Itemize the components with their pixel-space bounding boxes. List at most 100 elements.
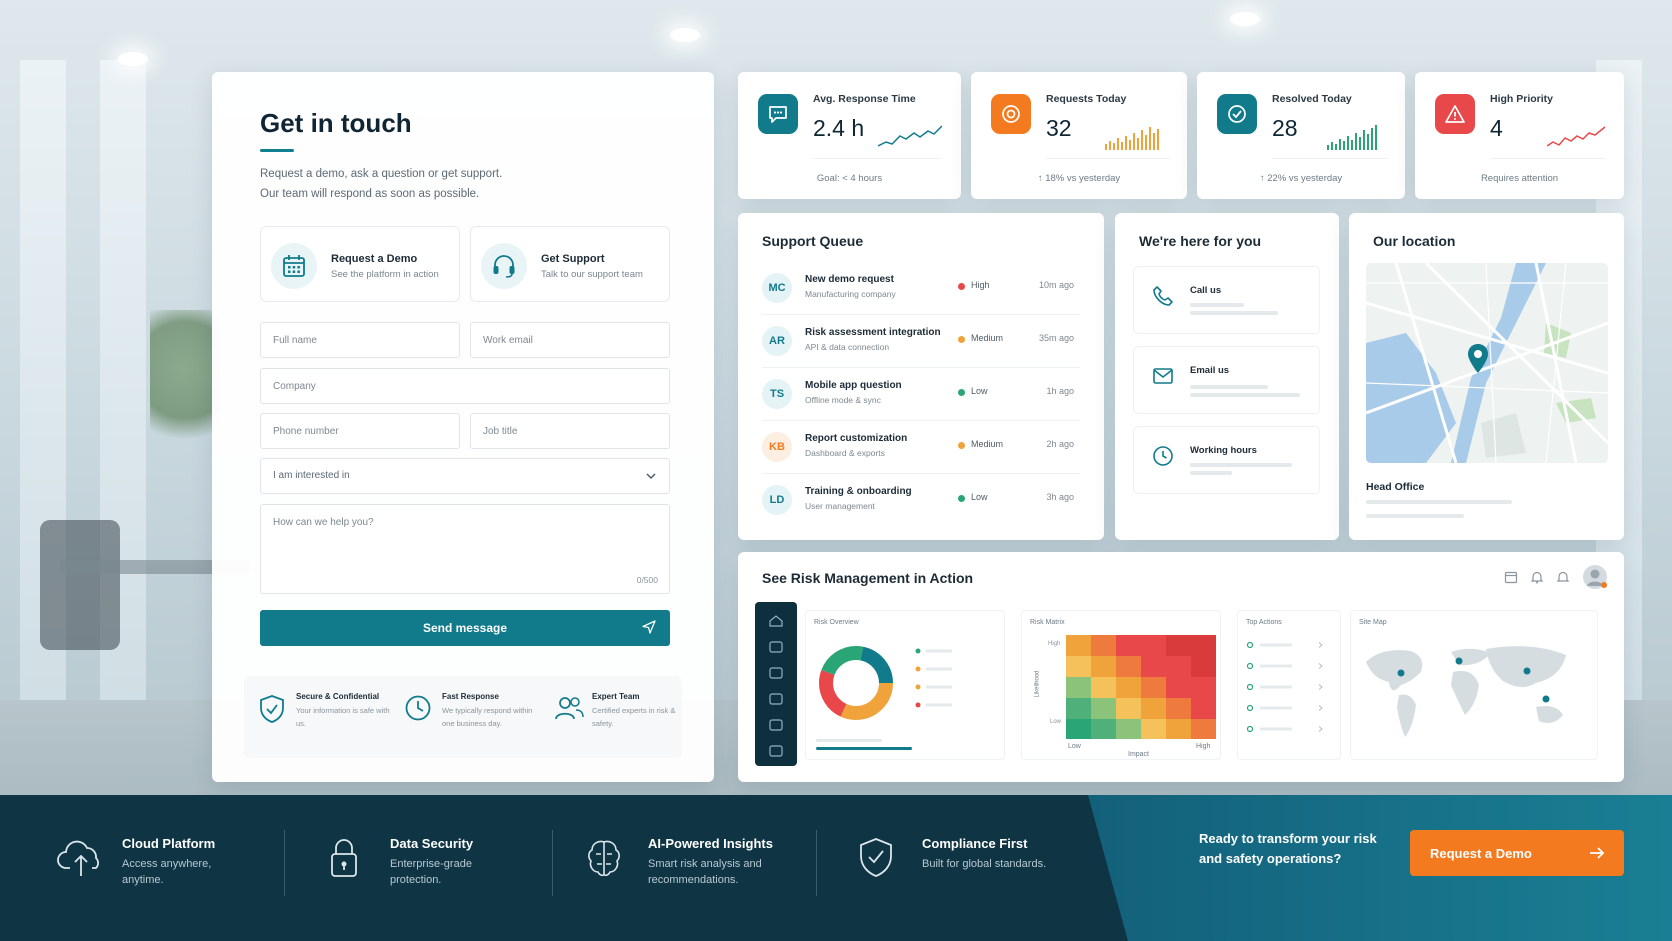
queue-row[interactable]: LD Training & onboarding User management…: [762, 475, 1080, 527]
option-title: Get Support: [541, 253, 605, 265]
email-us-item[interactable]: Email us: [1133, 346, 1320, 414]
trust-strip: Secure & Confidential Your information i…: [244, 676, 682, 758]
cta-text: Ready to transform your risk and safety …: [1199, 831, 1377, 866]
queue-row-time: 3h ago: [1046, 492, 1074, 502]
queue-row-sub: Manufacturing company: [805, 289, 896, 299]
office-name: Head Office: [1366, 481, 1425, 493]
panel-label: Site Map: [1359, 619, 1387, 626]
folder-icon[interactable]: [769, 641, 783, 653]
stat-card-resolved-today: Resolved Today 28 ↑ 22% vs yesterday: [1197, 72, 1405, 199]
clock-icon: [1152, 445, 1174, 472]
feature-title: AI-Powered Insights: [648, 836, 773, 851]
work-email-input[interactable]: [470, 322, 670, 358]
world-map: [1366, 646, 1566, 737]
bell-icon[interactable]: [1530, 570, 1544, 589]
location-map[interactable]: [1366, 263, 1608, 463]
stat-card-requests-today: Requests Today 32 ↑ 18% vs yesterday: [971, 72, 1187, 199]
arrow-right-icon: [1588, 844, 1606, 865]
home-icon[interactable]: [769, 615, 783, 627]
stat-foot: Goal: < 4 hours: [816, 173, 883, 184]
matrix-x-low: Low: [1068, 743, 1081, 750]
interest-select[interactable]: I am interested in: [260, 458, 670, 494]
phone-input[interactable]: [260, 413, 460, 449]
request-demo-button[interactable]: Request a Demo: [1410, 830, 1624, 876]
queue-row-time: 10m ago: [1038, 280, 1074, 290]
site-map-panel[interactable]: Site Map: [1350, 610, 1598, 760]
calendar-icon[interactable]: [1504, 570, 1518, 589]
working-hours-item[interactable]: Working hours: [1133, 426, 1320, 494]
job-title-input[interactable]: [470, 413, 670, 449]
target-icon: [991, 94, 1031, 134]
chart-icon[interactable]: [769, 667, 783, 679]
send-message-button[interactable]: Send message: [260, 610, 670, 646]
title-underline: [260, 149, 294, 152]
risk-matrix-panel[interactable]: Risk Matrix Likelihood High Low Low High…: [1021, 610, 1221, 760]
support-queue-card: Support Queue MC New demo request Manufa…: [738, 213, 1104, 540]
trust-title: Fast Response: [442, 692, 499, 701]
risk-demo-title: See Risk Management in Action: [762, 570, 974, 586]
stat-label: Resolved Today: [1272, 93, 1352, 105]
trust-title: Expert Team: [592, 692, 640, 701]
location-pin-icon: [1466, 343, 1490, 380]
priority-dot: [958, 336, 965, 343]
company-input[interactable]: [260, 368, 670, 404]
top-actions-panel[interactable]: Top Actions: [1237, 610, 1341, 760]
full-name-input[interactable]: [260, 322, 460, 358]
stat-label: High Priority: [1490, 93, 1554, 105]
message-textarea[interactable]: [260, 504, 670, 594]
priority-dot: [958, 283, 965, 290]
contact-label: Working hours: [1190, 445, 1257, 456]
actions-list: [1246, 641, 1323, 733]
option-title: Request a Demo: [331, 253, 418, 265]
contact-channels-card: We're here for you Call us Email us Work…: [1115, 213, 1339, 540]
matrix-y-low: Low: [1050, 719, 1062, 725]
report-icon[interactable]: [769, 693, 783, 705]
cloud-upload-icon: [56, 836, 106, 883]
location-title: Our location: [1373, 233, 1456, 249]
request-demo-option[interactable]: Request a Demo See the platform in actio…: [260, 226, 460, 302]
notification-icon[interactable]: [1556, 570, 1570, 589]
avatar[interactable]: [1582, 564, 1608, 595]
queue-row-time: 1h ago: [1046, 386, 1074, 396]
form-subtitle-line1: Request a demo, ask a question or get su…: [260, 168, 503, 180]
check-circle-icon: [1217, 94, 1257, 134]
stat-value: 32: [1046, 115, 1072, 141]
task-icon[interactable]: [769, 719, 783, 731]
stat-label: Avg. Response Time: [813, 93, 916, 105]
demo-sidebar: [755, 602, 797, 766]
stat-value: 4: [1490, 115, 1503, 141]
avatar: MC: [762, 273, 792, 303]
option-desc: Talk to our support team: [541, 269, 643, 280]
risk-overview-panel[interactable]: Risk Overview: [805, 610, 1005, 760]
queue-row[interactable]: AR Risk assessment integration API & dat…: [762, 316, 1080, 368]
feature-desc: Access anywhere, anytime.: [122, 858, 212, 886]
feature-desc: Built for global standards.: [922, 858, 1047, 870]
avatar: LD: [762, 485, 792, 515]
settings-icon[interactable]: [769, 745, 783, 757]
risk-heatmap: [1066, 635, 1216, 739]
feature-title: Cloud Platform: [122, 836, 216, 851]
queue-row[interactable]: KB Report customization Dashboard & expo…: [762, 422, 1080, 474]
clock-icon: [404, 694, 432, 727]
queue-row-sub: API & data connection: [805, 342, 890, 352]
contact-channels-title: We're here for you: [1139, 233, 1262, 249]
queue-row[interactable]: TS Mobile app question Offline mode & sy…: [762, 369, 1080, 421]
queue-row-title: Training & onboarding: [805, 486, 912, 497]
queue-row[interactable]: MC New demo request Manufacturing compan…: [762, 263, 1080, 315]
queue-row-sub: Offline mode & sync: [805, 395, 881, 405]
trust-desc: Your information is safe with us.: [296, 706, 390, 728]
get-support-option[interactable]: Get Support Talk to our support team: [470, 226, 670, 302]
queue-row-time: 35m ago: [1038, 333, 1074, 343]
matrix-x-high: High: [1196, 743, 1211, 750]
donut-legend: [915, 648, 952, 708]
trust-desc: We typically respond within one business…: [442, 706, 533, 728]
panel-label: Risk Matrix: [1030, 619, 1065, 626]
send-button-label: Send message: [422, 621, 508, 635]
call-us-item[interactable]: Call us: [1133, 266, 1320, 334]
phone-icon: [1152, 285, 1174, 312]
response-time-sparkline: [878, 125, 942, 147]
contact-label: Call us: [1190, 285, 1222, 296]
contact-form-card: Get in touch Request a demo, ask a quest…: [212, 72, 714, 782]
panel-label: Risk Overview: [814, 619, 859, 626]
matrix-y-high: High: [1048, 641, 1061, 647]
